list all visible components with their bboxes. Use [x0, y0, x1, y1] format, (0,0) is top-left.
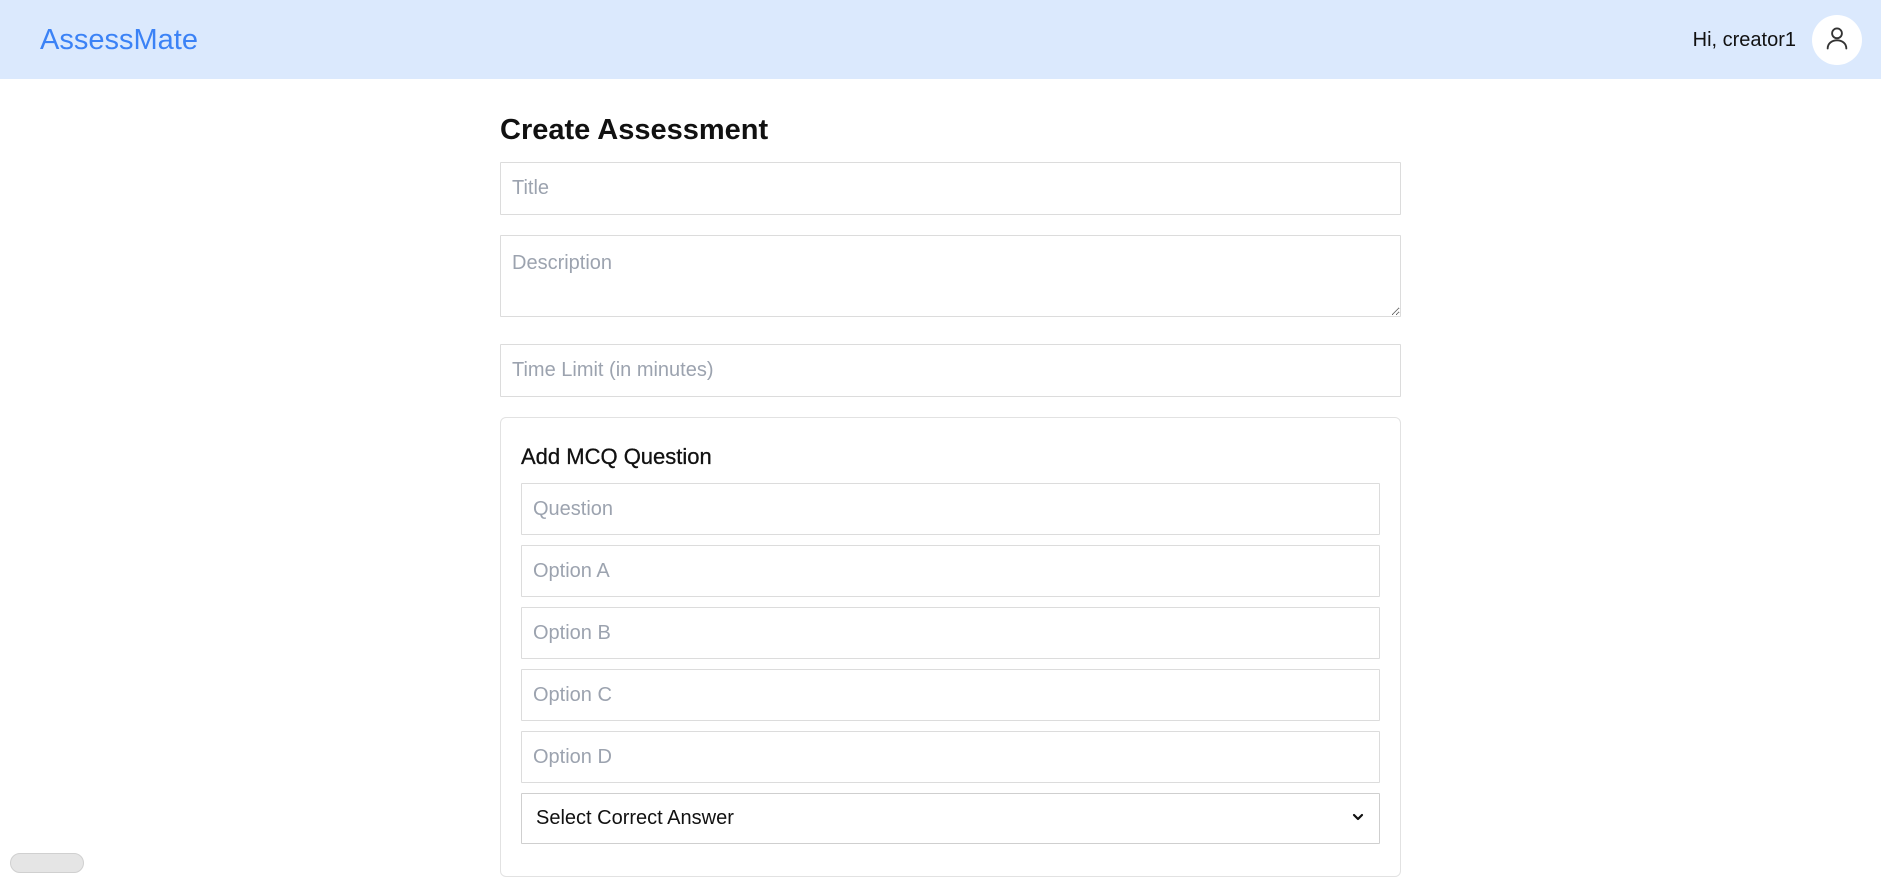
option-d-input[interactable]: [521, 731, 1380, 783]
option-a-input[interactable]: [521, 545, 1380, 597]
question-input[interactable]: [521, 483, 1380, 535]
mcq-heading: Add MCQ Question: [521, 444, 712, 469]
floating-toggle-button[interactable]: [10, 853, 84, 873]
correct-answer-select[interactable]: Select Correct Answer: [521, 793, 1380, 844]
title-input[interactable]: [500, 162, 1401, 215]
option-b-input[interactable]: [521, 607, 1380, 659]
user-icon: [1823, 24, 1851, 57]
mcq-question-card: Add MCQ Question Select Correct Answer: [500, 417, 1401, 877]
top-navbar: AssessMate Hi, creator1: [0, 0, 1881, 79]
user-greeting: Hi, creator1: [1692, 29, 1796, 51]
correct-answer-selected-value: Select Correct Answer: [536, 807, 734, 829]
create-assessment-form: Create Assessment Add MCQ Question Selec…: [500, 79, 1401, 877]
avatar[interactable]: [1812, 15, 1862, 65]
description-textarea[interactable]: [500, 235, 1401, 317]
page-title: Create Assessment: [500, 114, 769, 146]
time-limit-input[interactable]: [500, 344, 1401, 397]
option-c-input[interactable]: [521, 669, 1380, 721]
chevron-down-icon: [1351, 807, 1365, 830]
brand-logo[interactable]: AssessMate: [40, 22, 198, 58]
